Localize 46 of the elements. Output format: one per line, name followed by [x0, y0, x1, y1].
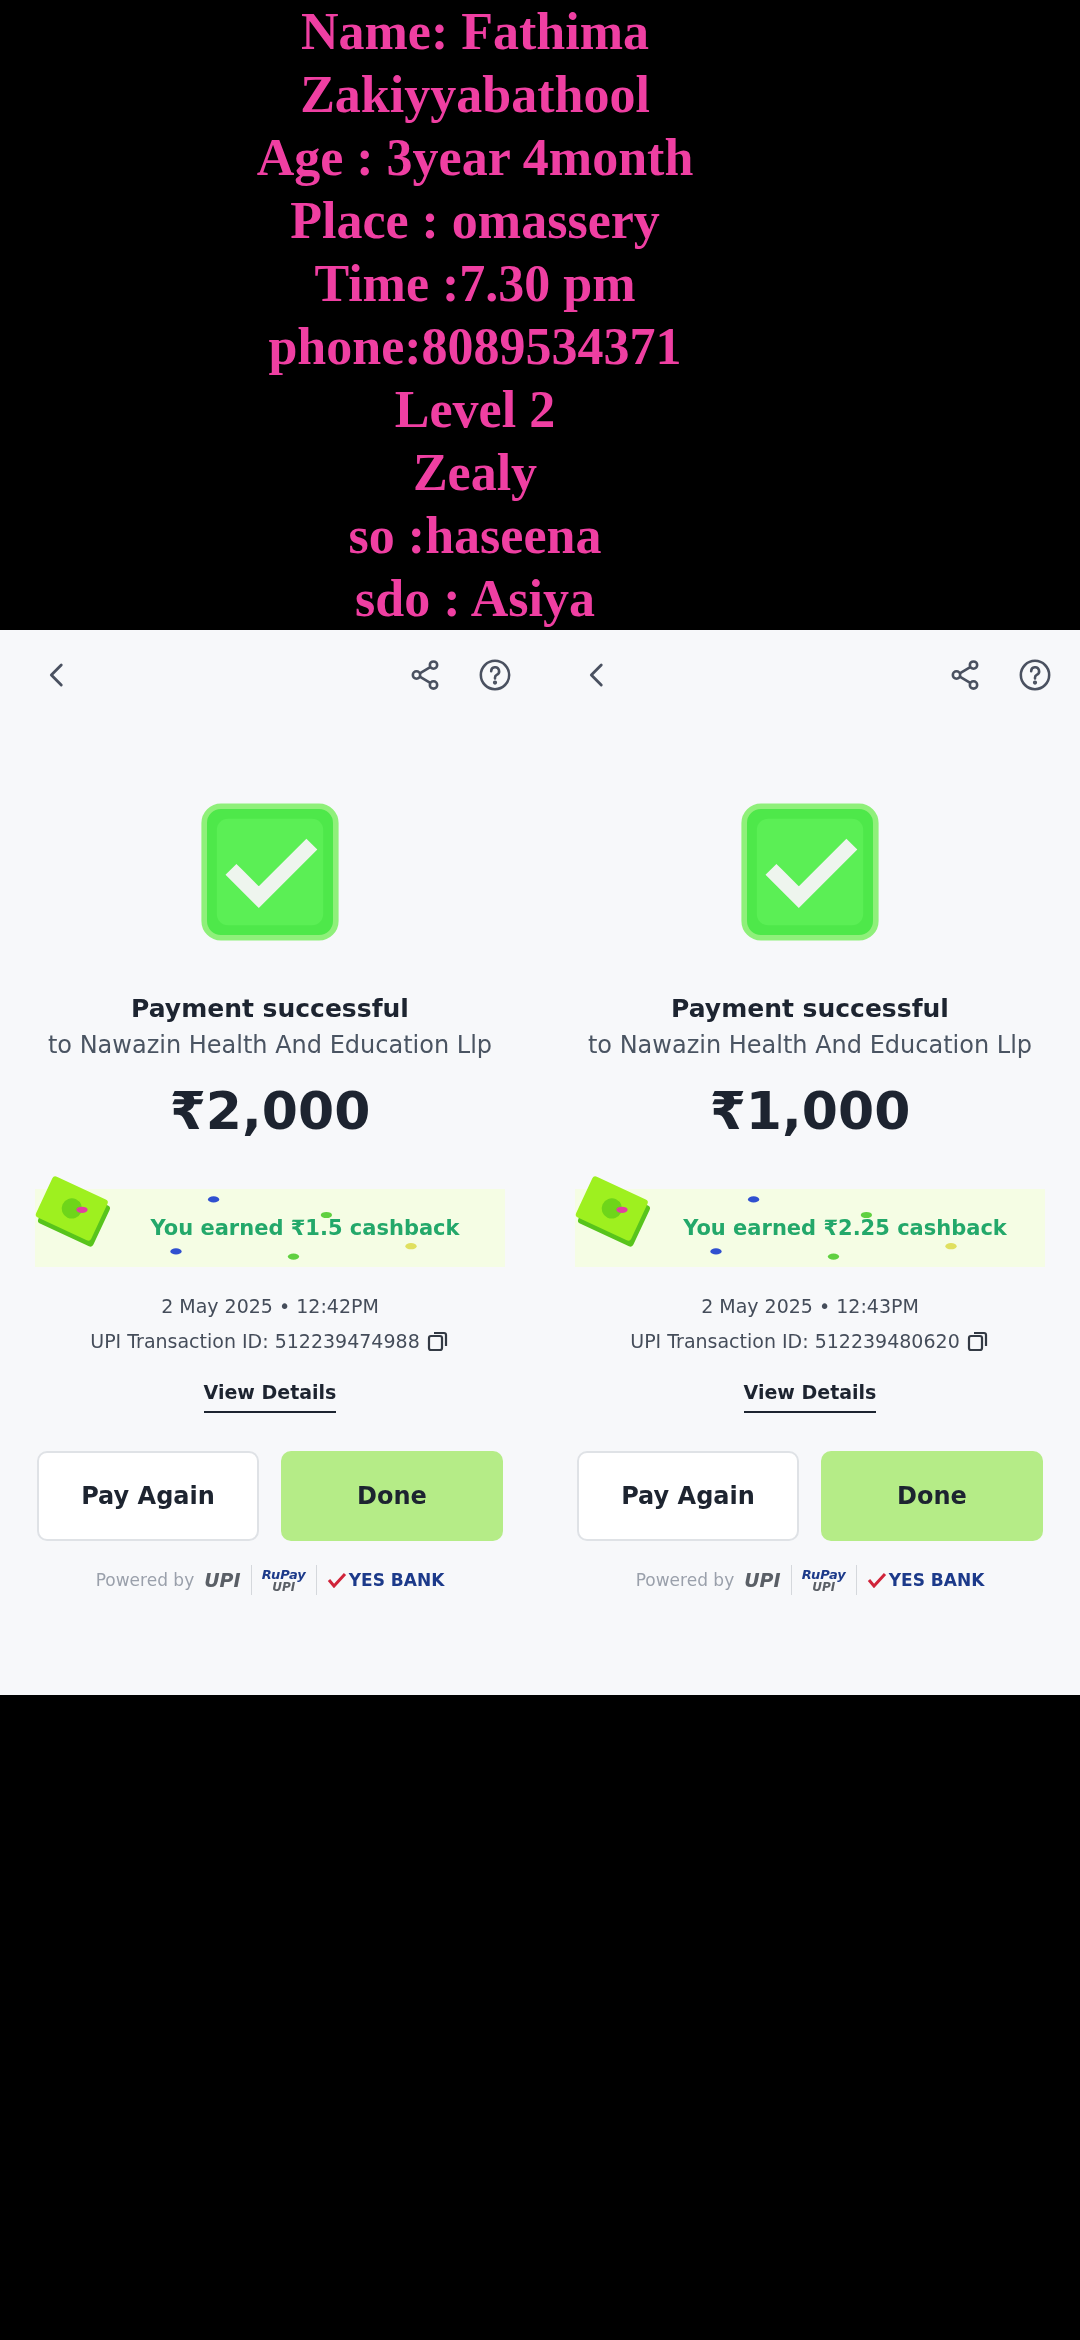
powered-by-label: Powered by [635, 1570, 735, 1590]
rupay-logo: RuPay [261, 1567, 306, 1581]
overlay-text: Zakiyyabathool [300, 65, 650, 125]
payment-amount: ₹2,000 [169, 1081, 371, 1141]
transaction-id: UPI Transaction ID: 512239480620 [630, 1330, 960, 1352]
overlay-text: Place : omassery [290, 191, 660, 251]
pay-again-button[interactable]: Pay Again [577, 1451, 799, 1541]
yes-bank-logo: YES BANK [888, 1570, 985, 1590]
rupay-logo: RuPay [801, 1567, 846, 1581]
help-icon[interactable] [478, 658, 512, 692]
success-check-icon [740, 802, 880, 942]
view-details-link[interactable]: View Details [743, 1381, 877, 1413]
upi-logo: UPI [204, 1569, 241, 1591]
tick-icon [326, 1572, 347, 1588]
overlay-text: sdo : Asiya [355, 569, 595, 629]
upi-logo: UPI [744, 1569, 781, 1591]
payment-status: Payment successful [671, 994, 949, 1023]
overlay-text: Zealy [412, 443, 538, 503]
overlay-text: Time :7.30 pm [314, 254, 636, 314]
success-check-icon [200, 802, 340, 942]
powered-by-label: Powered by [95, 1570, 195, 1590]
transaction-date: 2 May 2025 • 12:43PM [701, 1295, 919, 1317]
recipient-name: to Nawazin Health And Education Llp [47, 1031, 493, 1059]
transaction-id: UPI Transaction ID: 512239474988 [90, 1330, 420, 1352]
upi-logo: UPI [272, 1580, 296, 1593]
done-button[interactable]: Done [821, 1451, 1043, 1541]
help-icon[interactable] [1018, 658, 1052, 692]
view-details-link[interactable]: View Details [203, 1381, 337, 1413]
recipient-name: to Nawazin Health And Education Llp [587, 1031, 1033, 1059]
pay-again-button[interactable]: Pay Again [37, 1451, 259, 1541]
overlay-text: Age : 3year 4month [256, 128, 694, 188]
upi-logo: UPI [812, 1580, 836, 1593]
payment-amount: ₹1,000 [709, 1081, 911, 1141]
overlay-text: phone:8089534371 [268, 317, 682, 377]
done-button[interactable]: Done [281, 1451, 503, 1541]
transaction-date: 2 May 2025 • 12:42PM [161, 1295, 379, 1317]
cashback-text: You earned ₹2.25 cashback [683, 1216, 1007, 1240]
yes-bank-logo: YES BANK [348, 1570, 445, 1590]
tick-icon [866, 1572, 887, 1588]
copy-icon[interactable] [965, 1329, 990, 1353]
overlay-text: Level 2 [394, 380, 556, 440]
overlay-text: Name: Fathima [301, 2, 649, 62]
copy-icon[interactable] [425, 1329, 450, 1353]
payment-status: Payment successful [131, 994, 409, 1023]
overlay-text: so :haseena [348, 506, 602, 566]
cashback-text: You earned ₹1.5 cashback [150, 1216, 460, 1240]
